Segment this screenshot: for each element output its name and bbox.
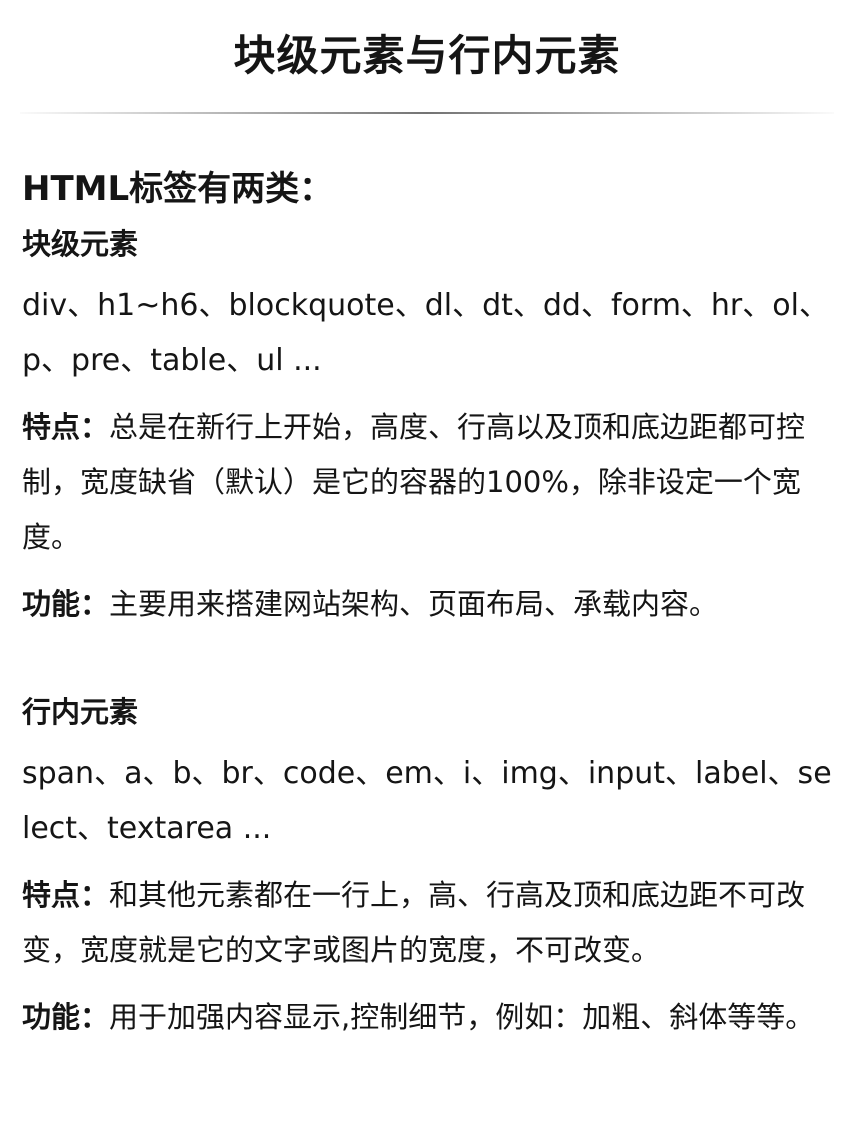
section-heading: HTML标签有两类： xyxy=(22,169,334,209)
inline-elements-title: 行内元素 xyxy=(22,695,139,729)
block-elements-function: 功能：主要用来搭建网站架构、页面布局、承载内容。 xyxy=(22,577,838,632)
inline-elements-section: 行内元素 span、a、b、br、code、em、i、img、input、lab… xyxy=(22,690,838,1045)
function-label: 功能： xyxy=(22,587,110,621)
block-elements-tags: div、h1~h6、blockquote、dl、dt、dd、form、hr、ol… xyxy=(22,288,829,378)
inline-elements-function: 功能：用于加强内容显示,控制细节，例如：加粗、斜体等等。 xyxy=(22,990,838,1045)
feature-label: 特点： xyxy=(22,410,110,444)
block-elements-section: 块级元素 div、h1~h6、blockquote、dl、dt、dd、form、… xyxy=(22,222,838,632)
function-label: 功能： xyxy=(22,1000,110,1034)
title-divider xyxy=(20,112,834,114)
function-text: 主要用来搭建网站架构、页面布局、承载内容。 xyxy=(109,587,719,621)
document-page: 块级元素与行内元素 HTML标签有两类： 块级元素 div、h1~h6、bloc… xyxy=(0,0,854,1124)
inline-elements-tags: span、a、b、br、code、em、i、img、input、label、se… xyxy=(22,756,832,846)
block-elements-feature: 特点：总是在新行上开始，高度、行高以及顶和底边距都可控制，宽度缺省（默认）是它的… xyxy=(22,400,838,565)
feature-text: 和其他元素都在一行上，高、行高及顶和底边距不可改变，宽度就是它的文字或图片的宽度… xyxy=(22,878,806,967)
content: HTML标签有两类： 块级元素 div、h1~h6、blockquote、dl、… xyxy=(22,164,838,1057)
feature-text: 总是在新行上开始，高度、行高以及顶和底边距都可控制，宽度缺省（默认）是它的容器的… xyxy=(22,410,806,554)
function-text: 用于加强内容显示,控制细节，例如：加粗、斜体等等。 xyxy=(109,1000,815,1034)
feature-label: 特点： xyxy=(22,878,110,912)
block-elements-title: 块级元素 xyxy=(22,227,139,261)
inline-elements-feature: 特点：和其他元素都在一行上，高、行高及顶和底边距不可改变，宽度就是它的文字或图片… xyxy=(22,868,838,978)
page-title: 块级元素与行内元素 xyxy=(233,31,621,80)
